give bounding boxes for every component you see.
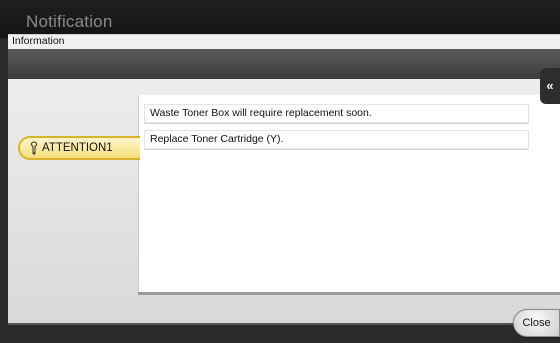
subtitle-bar [8, 34, 560, 49]
page-subtitle: Information [12, 35, 65, 47]
double-arrow-left-icon: « [546, 78, 554, 93]
collapse-panel-button[interactable]: « [540, 68, 560, 104]
header-band [8, 49, 560, 79]
wrench-icon [28, 141, 40, 155]
message-list-divider [138, 292, 560, 295]
message-item[interactable]: Waste Toner Box will require replacement… [144, 104, 529, 123]
tab-attention1[interactable]: ATTENTION1 [18, 136, 140, 160]
page-title: Notification [26, 12, 113, 31]
message-item[interactable]: Replace Toner Cartridge (Y). [144, 130, 529, 149]
close-button[interactable]: Close [513, 309, 560, 337]
message-list-panel [138, 95, 560, 292]
footer-band [0, 325, 560, 343]
tab-label: ATTENTION1 [42, 142, 113, 154]
